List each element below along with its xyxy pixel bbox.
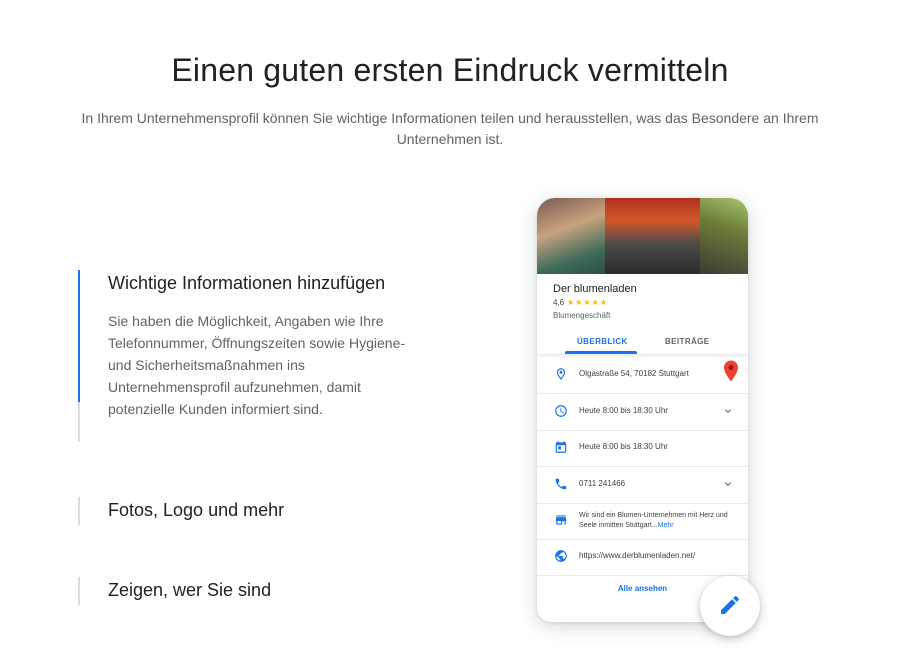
photo-shop-owner (605, 198, 700, 274)
accordion-progress-track (78, 270, 80, 442)
photo-flowers (537, 198, 605, 274)
accordion-item-who-you-are[interactable]: Zeigen, wer Sie sind (78, 577, 408, 605)
storefront-icon (555, 515, 567, 525)
accordion-title[interactable]: Fotos, Logo und mehr (108, 497, 408, 523)
address-row[interactable]: Olgastraße 54, 70182 Stuttgart (537, 356, 748, 394)
phone-text: 0711 241466 (579, 479, 626, 488)
business-category: Blumengeschäft (553, 311, 611, 320)
description-text: Wir sind ein Blumen-Unternehmen mit Herz… (579, 511, 744, 531)
business-profile-card: Der blumenladen 4,6 ★★★★★ Blumengeschäft … (537, 198, 748, 622)
accordion-item-photos[interactable]: Fotos, Logo und mehr (78, 497, 408, 525)
description-row[interactable]: Wir sind ein Blumen-Unternehmen mit Herz… (537, 502, 748, 540)
accordion-body: Sie haben die Möglichkeit, Angaben wie I… (108, 313, 406, 417)
description-more-link[interactable]: Mehr (658, 522, 674, 529)
photo-customer (700, 198, 748, 274)
accordion-progress-track (78, 577, 80, 605)
chevron-down-icon[interactable] (722, 478, 734, 490)
accordion-progress-track (78, 497, 80, 525)
address-text: Olgastraße 54, 70182 Stuttgart (579, 369, 689, 378)
business-name: Der blumenladen (553, 283, 637, 295)
calendar-icon (555, 441, 567, 453)
business-rating: 4,6 ★★★★★ (553, 298, 608, 307)
profile-tabs: ÜBERBLICK BEITRÄGE (537, 328, 748, 355)
accordion-item-key-info[interactable]: Wichtige Informationen hinzufügen Sie ha… (78, 270, 408, 442)
map-pin-icon (724, 360, 738, 382)
chevron-down-icon[interactable] (722, 405, 734, 417)
accordion-title[interactable]: Wichtige Informationen hinzufügen (108, 270, 408, 296)
clock-icon (555, 405, 567, 417)
tab-overview[interactable]: ÜBERBLICK (577, 337, 628, 346)
phone-icon (555, 478, 567, 490)
accordion-title[interactable]: Zeigen, wer Sie sind (108, 577, 408, 603)
phone-row[interactable]: 0711 241466 (537, 466, 748, 504)
page-headline: Einen guten ersten Eindruck vermitteln (171, 52, 729, 88)
page-subline: In Ihrem Unternehmensprofil können Sie w… (81, 110, 819, 147)
events-text: Heute 8:00 bis 18:30 Uhr (579, 442, 668, 451)
hours-row[interactable]: Heute 8:00 bis 18:30 Uhr (537, 393, 748, 431)
rating-value: 4,6 (553, 298, 565, 307)
edit-pencil-icon (721, 595, 739, 614)
edit-fab-button[interactable] (700, 576, 760, 636)
website-row[interactable]: https://www.derblumenladen.net/ (537, 538, 748, 576)
active-tab-indicator (565, 351, 637, 354)
events-row[interactable]: Heute 8:00 bis 18:30 Uhr (537, 429, 748, 467)
website-link[interactable]: https://www.derblumenladen.net/ (579, 551, 695, 560)
accordion-progress-fill (78, 270, 80, 403)
description-body: Wir sind ein Blumen-Unternehmen mit Herz… (579, 512, 728, 529)
business-photo-strip (537, 198, 748, 274)
hours-text: Heute 8:00 bis 18:30 Uhr (579, 406, 668, 415)
rating-stars: ★★★★★ (567, 298, 608, 307)
globe-icon (555, 550, 567, 562)
location-icon (556, 368, 566, 380)
tab-posts[interactable]: BEITRÄGE (665, 337, 710, 346)
